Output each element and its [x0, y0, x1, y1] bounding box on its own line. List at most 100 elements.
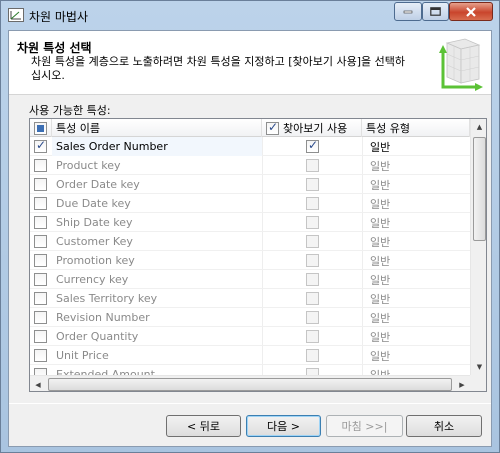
attribute-name: Unit Price [56, 349, 109, 362]
browse-cell [306, 194, 320, 213]
minimize-button[interactable] [394, 2, 422, 21]
attribute-name: Due Date key [56, 197, 131, 210]
browse-cell [306, 156, 320, 175]
table-row[interactable]: Order Quantity 일반 [30, 327, 470, 346]
browse-cell [306, 137, 320, 156]
attribute-type[interactable]: 일반 [370, 213, 430, 232]
table-row[interactable]: Unit Price 일반 [30, 346, 470, 365]
enable-browsing-checkbox[interactable] [306, 216, 319, 229]
row-select-cell [34, 156, 48, 175]
table-row[interactable]: Order Date key 일반 [30, 175, 470, 194]
enable-browsing-checkbox[interactable] [306, 235, 319, 248]
enable-browsing-checkbox[interactable] [306, 311, 319, 324]
select-all-checkbox[interactable] [34, 121, 47, 135]
column-header-type[interactable]: 특성 유형 [362, 119, 470, 137]
attribute-checkbox[interactable] [34, 349, 47, 362]
back-button[interactable]: < 뒤로 [166, 415, 241, 437]
scrollbar-corner [470, 375, 486, 391]
scroll-left-icon[interactable]: ◀ [30, 376, 46, 391]
cancel-button[interactable]: 취소 [406, 415, 482, 437]
attribute-name: Sales Territory key [56, 292, 158, 305]
minimize-icon [403, 10, 413, 13]
attribute-type[interactable]: 일반 [370, 194, 430, 213]
maximize-button[interactable] [422, 2, 449, 21]
finish-button[interactable]: 마침 >>| [326, 415, 403, 437]
attribute-type[interactable]: 일반 [370, 175, 430, 194]
row-select-cell [34, 232, 48, 251]
scroll-up-icon[interactable]: ▲ [471, 119, 486, 135]
table-row[interactable]: Ship Date key 일반 [30, 213, 470, 232]
column-header-name[interactable]: 특성 이름 [52, 119, 262, 137]
attribute-checkbox[interactable] [34, 254, 47, 267]
table-row[interactable]: Currency key 일반 [30, 270, 470, 289]
row-select-cell [34, 346, 48, 365]
attribute-type[interactable]: 일반 [370, 289, 430, 308]
horizontal-scrollbar[interactable]: ◀ ▶ [30, 375, 470, 391]
close-icon [466, 6, 476, 17]
table-row[interactable]: Customer Key 일반 [30, 232, 470, 251]
attribute-type[interactable]: 일반 [370, 156, 430, 175]
table-row[interactable]: Due Date key 일반 [30, 194, 470, 213]
attribute-checkbox[interactable] [34, 178, 47, 191]
scroll-down-icon[interactable]: ▼ [471, 359, 486, 375]
window-title: 차원 마법사 [29, 10, 89, 24]
enable-browsing-checkbox[interactable] [306, 254, 319, 267]
browse-all-checkbox[interactable] [266, 120, 279, 135]
row-select-cell [34, 289, 48, 308]
attribute-type[interactable]: 일반 [370, 251, 430, 270]
vertical-scroll-thumb[interactable] [473, 137, 486, 241]
attribute-checkbox[interactable] [34, 311, 47, 324]
horizontal-scroll-thumb[interactable] [48, 378, 452, 391]
attribute-type[interactable]: 일반 [370, 346, 430, 365]
table-row[interactable]: Sales Territory key 일반 [30, 289, 470, 308]
attribute-type[interactable]: 일반 [370, 232, 430, 251]
enable-browsing-checkbox[interactable] [306, 178, 319, 191]
attribute-checkbox[interactable] [34, 235, 47, 248]
enable-browsing-checkbox[interactable] [306, 292, 319, 305]
enable-browsing-checkbox[interactable] [306, 138, 319, 153]
attribute-checkbox[interactable] [34, 330, 47, 343]
browse-cell [306, 346, 320, 365]
browse-cell [306, 308, 320, 327]
row-select-cell [34, 137, 48, 156]
column-header-browse[interactable]: 찾아보기 사용 [262, 119, 362, 137]
table-row[interactable]: Product key 일반 [30, 156, 470, 175]
close-button[interactable] [449, 2, 493, 21]
attribute-checkbox[interactable] [34, 273, 47, 286]
browse-cell [306, 289, 320, 308]
enable-browsing-checkbox[interactable] [306, 330, 319, 343]
attribute-checkbox[interactable] [34, 197, 47, 210]
browse-cell [306, 213, 320, 232]
column-header-browse-label: 찾아보기 사용 [283, 122, 348, 135]
table-row[interactable]: Revision Number 일반 [30, 308, 470, 327]
attribute-checkbox[interactable] [34, 216, 47, 229]
attribute-type[interactable]: 일반 [370, 327, 430, 346]
table-row[interactable]: Sales Order Number 일반 [30, 137, 470, 156]
dimension-cube-icon [439, 38, 483, 91]
row-select-cell [34, 175, 48, 194]
wizard-client-area: 차원 특성 선택 차원 특성을 계층으로 노출하려면 차원 특성을 지정하고 [… [8, 30, 492, 447]
page-title: 차원 특성 선택 [17, 41, 92, 55]
scroll-right-icon[interactable]: ▶ [454, 376, 470, 391]
attribute-checkbox[interactable] [34, 159, 47, 172]
attribute-type[interactable]: 일반 [370, 137, 430, 156]
enable-browsing-checkbox[interactable] [306, 349, 319, 362]
vertical-scrollbar[interactable]: ▲ ▼ [470, 119, 486, 375]
enable-browsing-checkbox[interactable] [306, 159, 319, 172]
attribute-type[interactable]: 일반 [370, 270, 430, 289]
enable-browsing-checkbox[interactable] [306, 273, 319, 286]
enable-browsing-checkbox[interactable] [306, 197, 319, 210]
row-select-cell [34, 194, 48, 213]
grid-header: 특성 이름 찾아보기 사용 특성 유형 [30, 119, 470, 137]
attribute-type[interactable]: 일반 [370, 308, 430, 327]
next-button[interactable]: 다음 > [246, 415, 321, 437]
attribute-checkbox[interactable] [34, 292, 47, 305]
attribute-checkbox[interactable] [34, 138, 47, 153]
attribute-name: Order Quantity [56, 330, 139, 343]
attribute-name: Currency key [56, 273, 129, 286]
attribute-rows: Sales Order Number일반Product key일반Order D… [30, 137, 470, 384]
table-row[interactable]: Promotion key 일반 [30, 251, 470, 270]
wizard-header: 차원 특성 선택 차원 특성을 계층으로 노출하려면 차원 특성을 지정하고 [… [9, 31, 491, 95]
row-select-cell [34, 308, 48, 327]
wizard-window: 차원 마법사 차원 특성 선택 차원 특성을 계층으로 노출하려면 차원 특성을… [0, 0, 500, 453]
